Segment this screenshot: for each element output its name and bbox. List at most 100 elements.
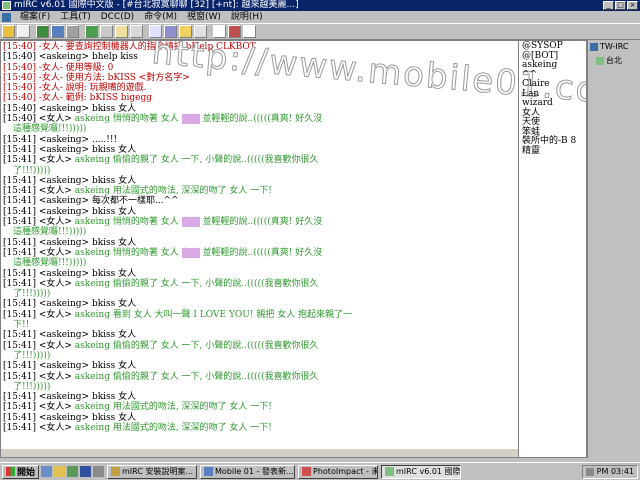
title-bar: mIRC v6.01 國際中文版 - [#台北寂寞聊聊 [32] [+nt]: … <box>0 0 640 11</box>
help-icon[interactable] <box>243 25 256 38</box>
chat-line: [15:41] <女人> askeing 悄悄的吻著 女人 女人 並輕輕的說..… <box>3 247 518 258</box>
chat-log[interactable]: [15:40] -女人- 要查詢控制機器人的指令請打 bHelp CLKBOT [… <box>1 41 518 449</box>
dcc-send-icon[interactable] <box>85 25 98 38</box>
volume-icon[interactable] <box>585 467 594 476</box>
cascade-windows-icon[interactable] <box>194 25 207 38</box>
quicklaunch-desktop-icon[interactable] <box>54 466 66 477</box>
chat-text: 這種感覺囉!!!))))) <box>13 124 87 135</box>
chat-text: askeing 偷偷的親了 女人 一下, 小聲的說..(((((我喜歡你很久 <box>74 278 319 289</box>
chat-line: [15:41] <askeing> .....!!! <box>3 135 518 145</box>
task-button-photoimpact[interactable]: PhotoImpact - 未命... <box>298 464 379 479</box>
chat-line: 了!!!))))) <box>3 289 518 299</box>
nick-list[interactable]: @SYSOP @[BOT] askeing ^^ Claire Lan wizard 女人 天使… <box>518 41 586 457</box>
clock: PM 03:41 <box>596 467 634 476</box>
horizontal-scrollbar[interactable] <box>1 449 518 457</box>
task-button-mobile01[interactable]: Mobile 01 - 發表新... <box>200 464 296 479</box>
chat-line: [15:41] <女人> askeing 偷偷的親了 女人 一下, 小聲的說..… <box>3 372 518 382</box>
task-label: mIRC 安裝說明案... <box>122 467 194 476</box>
tree-item-server[interactable]: TW-IRC <box>588 40 640 53</box>
chat-text: [15:41] <askeing> bkiss 女人 <box>3 361 137 372</box>
quicklaunch-outlook-icon[interactable] <box>67 466 79 477</box>
options-icon[interactable] <box>17 25 30 38</box>
arrange-icons-icon[interactable] <box>213 25 226 38</box>
chat-line: [15:41] <askeing> bkiss 女人 <box>3 299 518 309</box>
chat-text: askeing 悄悄的吻著 女人 <box>74 217 182 228</box>
quicklaunch-ie-icon[interactable] <box>41 466 53 477</box>
channel-icon <box>596 56 604 65</box>
task-button-mirc-guide[interactable]: mIRC 安裝說明案... <box>107 464 198 479</box>
chat-line: [15:41] <女人> askeing 看到 女人 大叫一聲 I LOVE Y… <box>3 310 518 320</box>
chat-text: [15:40] -女人- 使用等級: 0 <box>3 62 114 73</box>
received-files-icon[interactable] <box>164 25 177 38</box>
menu-bar: 檔案(F) 工具(T) DCC(D) 命令(M) 視窗(W) 說明(H) <box>0 11 640 23</box>
scripts-editor-icon[interactable] <box>66 25 79 38</box>
menu-commands[interactable]: 命令(M) <box>139 11 182 23</box>
menu-tools[interactable]: 工具(T) <box>55 11 96 23</box>
chat-text: [15:41] <askeing> bkiss 女人 <box>3 330 137 341</box>
start-button[interactable]: 開始 <box>2 464 40 479</box>
chat-text: 並輕輕的說..(((((真爽! 好久沒 <box>199 114 323 125</box>
channel-window-icon[interactable] <box>2 12 11 22</box>
chat-text: [15:40] -女人- 範例: bKISS bigegg <box>3 93 152 104</box>
quicklaunch-app-icon[interactable] <box>93 466 105 477</box>
url-list-icon[interactable] <box>130 25 143 38</box>
chat-text: [15:41] <askeing> bkiss 女人 <box>3 237 137 248</box>
log-viewer-icon[interactable] <box>149 25 162 38</box>
task-label: PhotoImpact - 未命... <box>313 467 377 476</box>
stop-icon[interactable] <box>228 25 241 38</box>
chat-text: 下!! <box>13 320 30 331</box>
chat-line: [15:40] -女人- 說明: 玩親嘴的遊戲. <box>3 83 518 93</box>
address-book-icon[interactable] <box>51 25 64 38</box>
chat-text: [15:40] -女人- 要查詢控制機器人的指令請打 bHelp CLKBOT <box>3 42 256 52</box>
chat-line: [15:41] <askeing> bkiss 女人 <box>3 392 518 402</box>
minimize-button[interactable]: _ <box>603 1 614 10</box>
server-icon <box>590 42 598 51</box>
system-tray: PM 03:41 <box>581 464 638 479</box>
chat-text: [15:41] <askeing> bkiss 女人 <box>3 299 137 310</box>
tree-item-label: 台北 <box>606 56 622 65</box>
chat-text: 這種感覺囉!!!))))) <box>13 227 87 238</box>
task-button-mirc[interactable]: mIRC v6.01 國際中... <box>381 464 462 479</box>
chat-text: [15:40] -女人- 使用方法: bKISS <對方名字> <box>3 72 190 83</box>
channels-list-icon[interactable] <box>36 25 49 38</box>
tree-item-channel[interactable]: 台北 <box>588 53 640 68</box>
nick-item[interactable]: 精靈 <box>522 146 586 157</box>
chat-line: [15:41] <askeing> bkiss 女人 <box>3 330 518 340</box>
chat-line: [15:40] -女人- 使用方法: bKISS <對方名字> <box>3 73 518 83</box>
chat-text: askeing 偷偷的親了 女人 一下, 小聲的說..(((((我喜歡你很久 <box>74 340 319 351</box>
chat-text: [15:41] <askeing> bkiss 女人 <box>3 412 137 423</box>
chat-line: 這種感覺囉!!!))))) <box>3 258 518 268</box>
menu-help[interactable]: 說明(H) <box>226 11 268 23</box>
chat-line: [15:41] <女人> askeing 用法國式的吻法, 深深的吻了 女人 一… <box>3 423 518 433</box>
chat-text: [15:40] <女人> <box>3 114 75 125</box>
chat-text: [15:41] <女人> <box>3 217 75 228</box>
mirc-app-icon[interactable] <box>2 1 11 10</box>
chat-line: [15:41] <女人> askeing 偷偷的親了 女人 一下, 小聲的說..… <box>3 155 518 165</box>
chat-text: askeing 悄悄的吻著 女人 <box>74 114 182 125</box>
chat-text: [15:41] <askeing> .....!!! <box>3 134 118 145</box>
menu-file[interactable]: 檔案(F) <box>15 11 55 23</box>
taskbar: 開始 mIRC 安裝說明案... Mobile 01 - 發表新... Phot… <box>0 462 640 480</box>
chat-line: 了!!!))))) <box>3 382 518 392</box>
notify-list-icon[interactable] <box>115 25 128 38</box>
quicklaunch-word-icon[interactable] <box>80 466 92 477</box>
tile-windows-icon[interactable] <box>179 25 192 38</box>
chat-text: 了!!!))))) <box>13 350 51 361</box>
tree-item-label: TW-IRC <box>600 42 629 51</box>
chat-text: [15:41] <女人> <box>3 309 75 320</box>
chat-line: [15:40] -女人- 要查詢控制機器人的指令請打 bHelp CLKBOT <box>3 42 518 52</box>
maximize-button[interactable]: □ <box>615 1 626 10</box>
chat-text: [15:41] <askeing> 每次都不一樣耶...^^ <box>3 196 179 207</box>
chat-line: [15:41] <女人> askeing 偷偷的親了 女人 一下, 小聲的說..… <box>3 279 518 289</box>
close-button[interactable]: × <box>627 1 638 10</box>
chat-line: [15:41] <askeing> 每次都不一樣耶...^^ <box>3 196 518 206</box>
start-label: 開始 <box>17 468 36 478</box>
menu-dcc[interactable]: DCC(D) <box>96 11 139 23</box>
menu-window[interactable]: 視窗(W) <box>182 11 226 23</box>
connect-icon[interactable] <box>2 25 15 38</box>
chat-line: [15:40] <女人> askeing 悄悄的吻著 女人 女人 並輕輕的說..… <box>3 114 518 125</box>
chat-text: [15:41] <askeing> bkiss 女人 <box>3 144 137 155</box>
dcc-chat-icon[interactable] <box>100 25 113 38</box>
chat-text: askeing 用法國式的吻法, 深深的吻了 女人 一下! <box>74 422 272 433</box>
chat-text: [15:41] <askeing> bkiss 女人 <box>3 268 137 279</box>
